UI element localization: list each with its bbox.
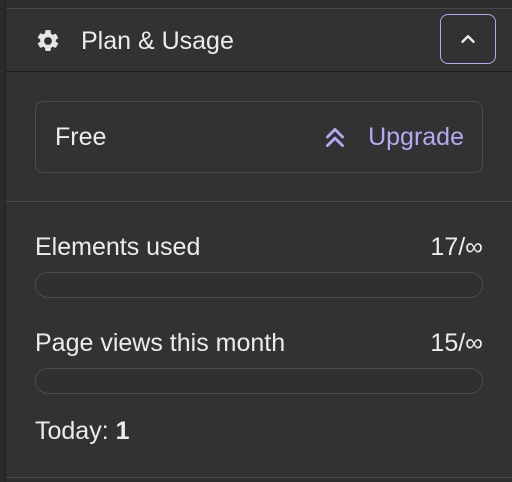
plan-section: Free Upgrade: [6, 72, 512, 202]
plan-usage-panel: Plan & Usage Free Upgrade Elements used …: [5, 0, 512, 482]
page-views-label: Page views this month: [35, 329, 286, 357]
panel-top-divider: [6, 0, 512, 9]
elements-used-label: Elements used: [35, 233, 201, 261]
panel-header: Plan & Usage: [6, 9, 512, 72]
upgrade-link[interactable]: Upgrade: [322, 120, 464, 154]
panel-title: Plan & Usage: [81, 27, 234, 55]
usage-section: Elements used 17/∞ Page views this month…: [6, 202, 512, 482]
today-stat: Today: 1: [35, 416, 130, 446]
collapse-button[interactable]: [440, 14, 496, 64]
today-label: Today:: [35, 417, 116, 445]
upgrade-label: Upgrade: [368, 123, 464, 151]
double-chevron-up-icon: [326, 128, 345, 148]
page-views-value: 15/∞: [430, 329, 483, 357]
page-views-progress-bar: [35, 368, 483, 394]
elements-progress-bar: [35, 272, 483, 298]
panel-bottom-divider: [6, 477, 512, 482]
plan-name: Free: [55, 123, 107, 151]
elements-used-value: 17/∞: [430, 233, 483, 261]
gear-icon: [37, 30, 59, 51]
today-count: 1: [115, 417, 130, 445]
plan-card: Free Upgrade: [35, 101, 483, 173]
chevron-up-icon: [461, 35, 475, 43]
